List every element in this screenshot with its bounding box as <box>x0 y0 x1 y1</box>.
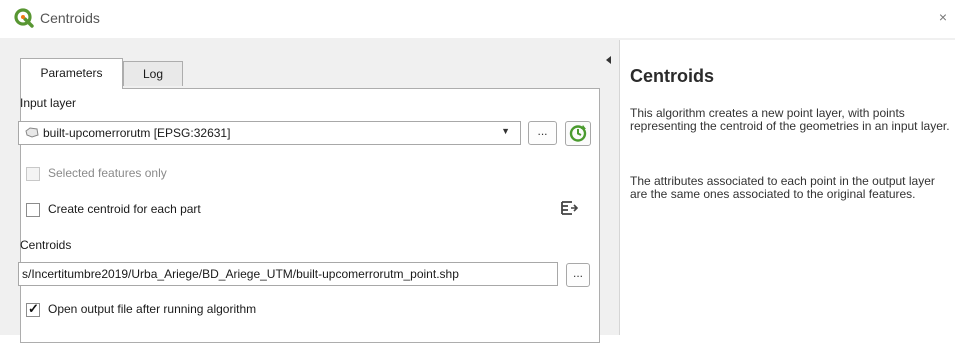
input-layer-label: Input layer <box>20 96 77 110</box>
iterate-refresh-icon <box>569 125 587 142</box>
centroids-label: Centroids <box>20 238 72 252</box>
create-centroid-checkbox[interactable] <box>26 203 40 217</box>
open-output-checkbox[interactable]: ✓ <box>26 301 40 317</box>
create-centroid-label: Create centroid for each part <box>48 202 201 216</box>
collapse-left-icon[interactable] <box>606 56 611 64</box>
input-layer-browse-button[interactable]: ... <box>528 121 557 145</box>
iterate-button[interactable] <box>565 121 591 146</box>
input-layer-combo[interactable]: built-upcomerrorutm [EPSG:32631] ▼ <box>18 121 521 145</box>
help-paragraph-1: This algorithm creates a new point layer… <box>630 106 950 133</box>
help-title: Centroids <box>630 66 715 86</box>
centroids-output-path-input[interactable]: s/Incertitumbre2019/Urba_Ariege/BD_Arieg… <box>18 262 558 286</box>
parameters-panel: Parameters Log Input layer built-upcomer… <box>8 40 600 343</box>
window-title: Centroids <box>40 10 100 26</box>
polygon-layer-icon <box>25 127 39 138</box>
open-output-label: Open output file after running algorithm <box>48 302 257 316</box>
selected-features-label: Selected features only <box>48 166 167 180</box>
chevron-down-icon[interactable]: ▼ <box>501 126 510 136</box>
help-panel: Centroids This algorithm creates a new p… <box>619 40 955 335</box>
help-paragraph-2: The attributes associated to each point … <box>630 174 935 201</box>
close-icon[interactable]: × <box>939 9 947 25</box>
qgis-logo <box>14 8 34 28</box>
title-bar: Centroids × <box>0 0 955 38</box>
data-defined-override-icon[interactable] <box>558 197 580 219</box>
checkmark-icon: ✓ <box>28 301 39 316</box>
tab-log[interactable]: Log <box>123 61 183 86</box>
centroids-browse-button[interactable]: ... <box>566 263 590 287</box>
input-layer-value: built-upcomerrorutm [EPSG:32631] <box>43 126 231 140</box>
tab-parameters[interactable]: Parameters <box>20 58 123 89</box>
selected-features-checkbox[interactable] <box>26 167 40 181</box>
